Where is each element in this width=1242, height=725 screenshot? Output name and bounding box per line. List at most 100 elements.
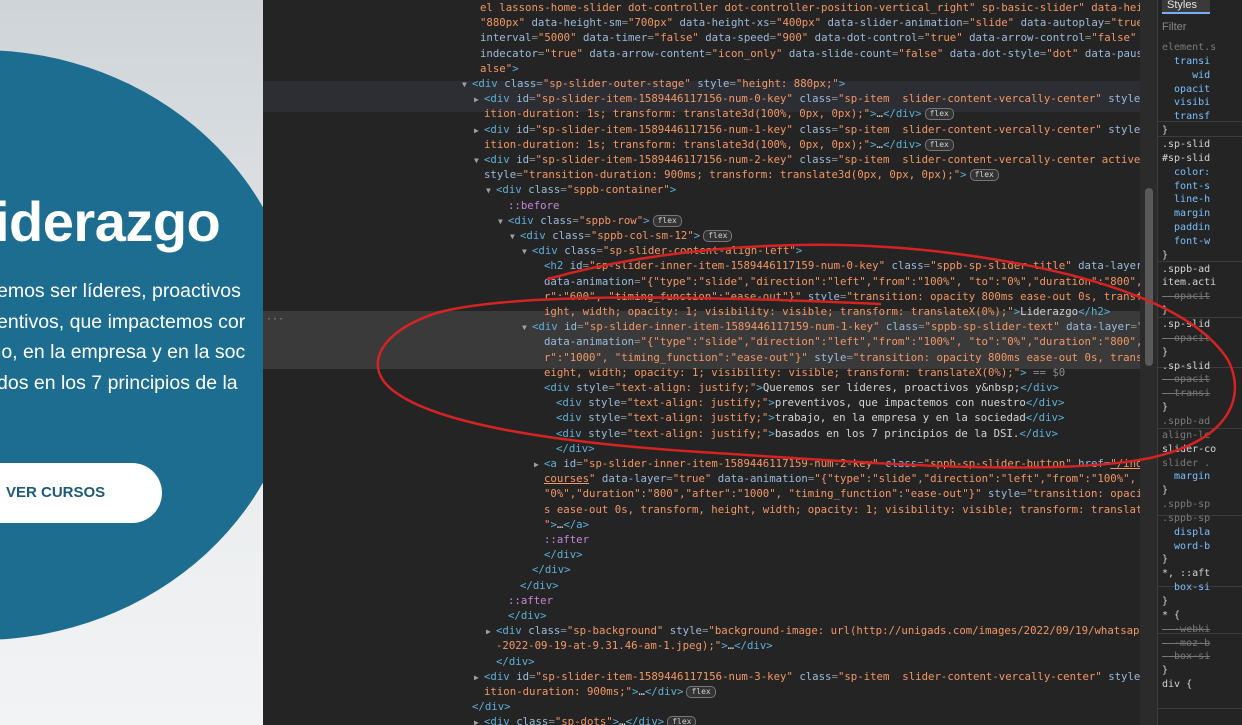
dom-node-line[interactable]: alse"> xyxy=(263,61,1147,76)
style-rule-line[interactable]: opacit xyxy=(1162,83,1210,96)
collapsed-triangle-icon[interactable]: ▶ xyxy=(474,92,484,106)
ver-cursos-button[interactable]: VER CURSOS xyxy=(0,463,162,523)
collapsed-triangle-icon[interactable]: ▶ xyxy=(486,624,496,638)
dom-node-line[interactable]: ▶ <div class="sp-dots">…</div> flex xyxy=(263,714,1147,725)
style-rule-line[interactable]: item.acti xyxy=(1162,276,1216,289)
dom-node-line[interactable]: </div> xyxy=(263,654,1147,669)
style-rule-line[interactable]: transi xyxy=(1162,55,1210,68)
dom-node-line[interactable]: ▼ <div class="sppb-row"> flex xyxy=(263,213,1147,228)
collapsed-triangle-icon[interactable]: ▶ xyxy=(534,457,544,471)
dom-node-line[interactable]: ition-duration: 900ms;">…</div> flex xyxy=(263,684,1147,699)
dom-node-line[interactable]: ight, width; opacity: 1; visibility: vis… xyxy=(263,304,1147,319)
style-rule-line[interactable]: opacit xyxy=(1162,373,1210,386)
flex-badge[interactable]: flex xyxy=(969,169,999,182)
dom-node-line[interactable]: ▼ <div class="sp-slider-content-align-lef… xyxy=(263,243,1147,258)
style-rule-line[interactable]: margin xyxy=(1162,207,1210,220)
expanded-triangle-icon[interactable]: ▼ xyxy=(522,320,532,334)
dom-node-line[interactable]: el lassons-home-slider dot-controller do… xyxy=(263,0,1147,15)
style-rule-line[interactable]: div { xyxy=(1162,678,1192,691)
style-rule-line[interactable]: .sppb-sp xyxy=(1162,498,1210,511)
dom-node-line[interactable]: <div style="text-align: justify;">trabaj… xyxy=(263,410,1147,425)
style-rule-line[interactable]: box-si xyxy=(1162,650,1210,663)
style-rule-line[interactable]: } xyxy=(1162,124,1168,137)
style-rule-line[interactable]: displa xyxy=(1162,526,1210,539)
dom-node-line[interactable]: "0%","duration":"800","after":"1000", "t… xyxy=(263,486,1147,501)
style-rule-line[interactable]: } xyxy=(1162,249,1168,262)
dom-node-line[interactable]: ▼ <div class="sppb-col-sm-12"> flex xyxy=(263,228,1147,243)
dom-node-line[interactable]: <div style="text-align: justify;">basado… xyxy=(263,426,1147,441)
dom-node-line[interactable]: s ease-out 0s, transform, height, width;… xyxy=(263,502,1147,517)
collapsed-triangle-icon[interactable]: ▶ xyxy=(474,715,484,725)
dom-node-line[interactable]: </div> xyxy=(263,441,1147,456)
dom-node-line[interactable]: ▶ <a id="sp-slider-inner-item-15894461171… xyxy=(263,456,1147,471)
flex-badge[interactable]: flex xyxy=(703,230,733,242)
style-rule-line[interactable]: wid xyxy=(1162,69,1210,82)
style-rule-line[interactable]: #sp-slid xyxy=(1162,152,1210,165)
dom-node-line[interactable]: indecator="true" data-arrow-content="ico… xyxy=(263,46,1147,61)
dom-node-line[interactable]: ▶ <div id="sp-slider-item-1589446117156-n… xyxy=(263,669,1147,684)
style-rule-line[interactable]: font-s xyxy=(1162,180,1210,193)
style-rule-line[interactable]: .sppb-ad xyxy=(1162,263,1210,276)
dom-node-line[interactable]: ▶ <div id="sp-slider-item-1589446117156-n… xyxy=(263,122,1147,137)
dom-node-line[interactable]: r":"1000", "timing_function":"ease-out"}… xyxy=(263,350,1147,365)
collapsed-triangle-icon[interactable]: ▶ xyxy=(474,123,484,137)
style-rule-line[interactable]: font-w xyxy=(1162,235,1210,248)
dom-node-line[interactable]: -2022-09-19-at-9.31.46-am-1.jpeg);">…</d… xyxy=(263,638,1147,653)
style-rule-line[interactable]: -webki xyxy=(1162,623,1210,636)
style-rule-line[interactable]: * { xyxy=(1162,609,1180,622)
expanded-triangle-icon[interactable]: ▼ xyxy=(474,153,484,167)
dom-node-line[interactable]: <h2 id="sp-slider-inner-item-15894461171… xyxy=(263,258,1147,273)
style-rule-line[interactable]: paddin xyxy=(1162,221,1210,234)
expanded-triangle-icon[interactable]: ▼ xyxy=(522,244,532,258)
dom-node-line[interactable]: ▼ <div class="sppb-container"> xyxy=(263,182,1147,197)
dom-node-line[interactable]: </div> xyxy=(263,562,1147,577)
flex-badge[interactable]: flex xyxy=(924,138,954,151)
dom-node-line[interactable]: ▼ <div id="sp-slider-inner-item-158944611… xyxy=(263,319,1147,334)
expanded-triangle-icon[interactable]: ▼ xyxy=(462,77,472,91)
expanded-triangle-icon[interactable]: ▼ xyxy=(486,183,496,197)
expanded-triangle-icon[interactable]: ▼ xyxy=(498,214,508,228)
style-rule-line[interactable]: visibi xyxy=(1162,96,1210,109)
style-rule-line[interactable]: *, ::aft xyxy=(1162,567,1210,580)
dom-node-line[interactable]: <div style="text-align: justify;">Querem… xyxy=(263,380,1147,395)
style-rule-line[interactable]: } xyxy=(1162,484,1168,497)
dom-node-line[interactable]: ▼ <div class="sp-slider-outer-stage" styl… xyxy=(263,76,1147,91)
flex-badge[interactable]: flex xyxy=(652,214,682,227)
dom-node-line[interactable]: data-animation="{"type":"slide","directi… xyxy=(263,274,1147,289)
dom-node-line[interactable]: ition-duration: 1s; transform: translate… xyxy=(263,106,1147,121)
style-rule-line[interactable]: opacit xyxy=(1162,290,1210,303)
style-rule-line[interactable]: slider-co xyxy=(1162,443,1216,456)
dom-node-line[interactable]: </div> xyxy=(263,578,1147,593)
styles-filter-input[interactable]: Filter xyxy=(1162,19,1238,35)
style-rule-line[interactable]: margin xyxy=(1162,470,1210,483)
style-rule-line[interactable]: box-si xyxy=(1162,581,1210,594)
dom-node-line[interactable]: </div> xyxy=(263,699,1147,714)
style-rule-line[interactable]: .sppb-sp xyxy=(1162,512,1210,525)
flex-badge[interactable]: flex xyxy=(686,686,716,698)
dom-node-line[interactable]: ition-duration: 1s; transform: translate… xyxy=(263,137,1147,152)
collapsed-triangle-icon[interactable]: ▶ xyxy=(474,670,484,684)
dom-node-line[interactable]: r":"600", "timing_function":"ease-out"}"… xyxy=(263,289,1147,304)
style-rule-line[interactable]: } xyxy=(1162,346,1168,359)
dom-node-line[interactable]: data-animation="{"type":"slide","directi… xyxy=(263,334,1147,349)
style-rule-line[interactable]: } xyxy=(1162,664,1168,677)
style-rule-line[interactable]: slider . xyxy=(1162,457,1210,470)
style-rule-line[interactable]: .sp-slid xyxy=(1162,318,1210,331)
expanded-triangle-icon[interactable]: ▼ xyxy=(510,229,520,243)
dom-node-line[interactable]: eight, width; opacity: 1; visibility: vi… xyxy=(263,365,1147,380)
dom-node-line[interactable]: ::before xyxy=(263,198,1147,213)
style-rule-line[interactable]: } xyxy=(1162,304,1168,317)
dom-node-line[interactable]: ▼ <div id="sp-slider-item-1589446117156-n… xyxy=(263,152,1147,167)
dom-node-line[interactable]: <div style="text-align: justify;">preven… xyxy=(263,395,1147,410)
style-rule-line[interactable]: .sp-slid xyxy=(1162,360,1210,373)
style-rule-line[interactable]: element.s xyxy=(1162,41,1216,54)
elements-scrollbar[interactable] xyxy=(1140,0,1157,725)
dom-node-line[interactable]: </div> xyxy=(263,608,1147,623)
style-rule-line[interactable]: color: xyxy=(1162,166,1210,179)
style-rule-line[interactable]: opacit xyxy=(1162,332,1210,345)
dom-node-line[interactable]: ">…</a> xyxy=(263,517,1147,532)
style-rule-line[interactable]: line-h xyxy=(1162,193,1210,206)
flex-badge[interactable]: flex xyxy=(667,716,697,725)
style-rule-line[interactable]: .sppb-ad xyxy=(1162,415,1210,428)
dom-node-line[interactable]: "880px" data-height-sm="700px" data-heig… xyxy=(263,15,1147,30)
